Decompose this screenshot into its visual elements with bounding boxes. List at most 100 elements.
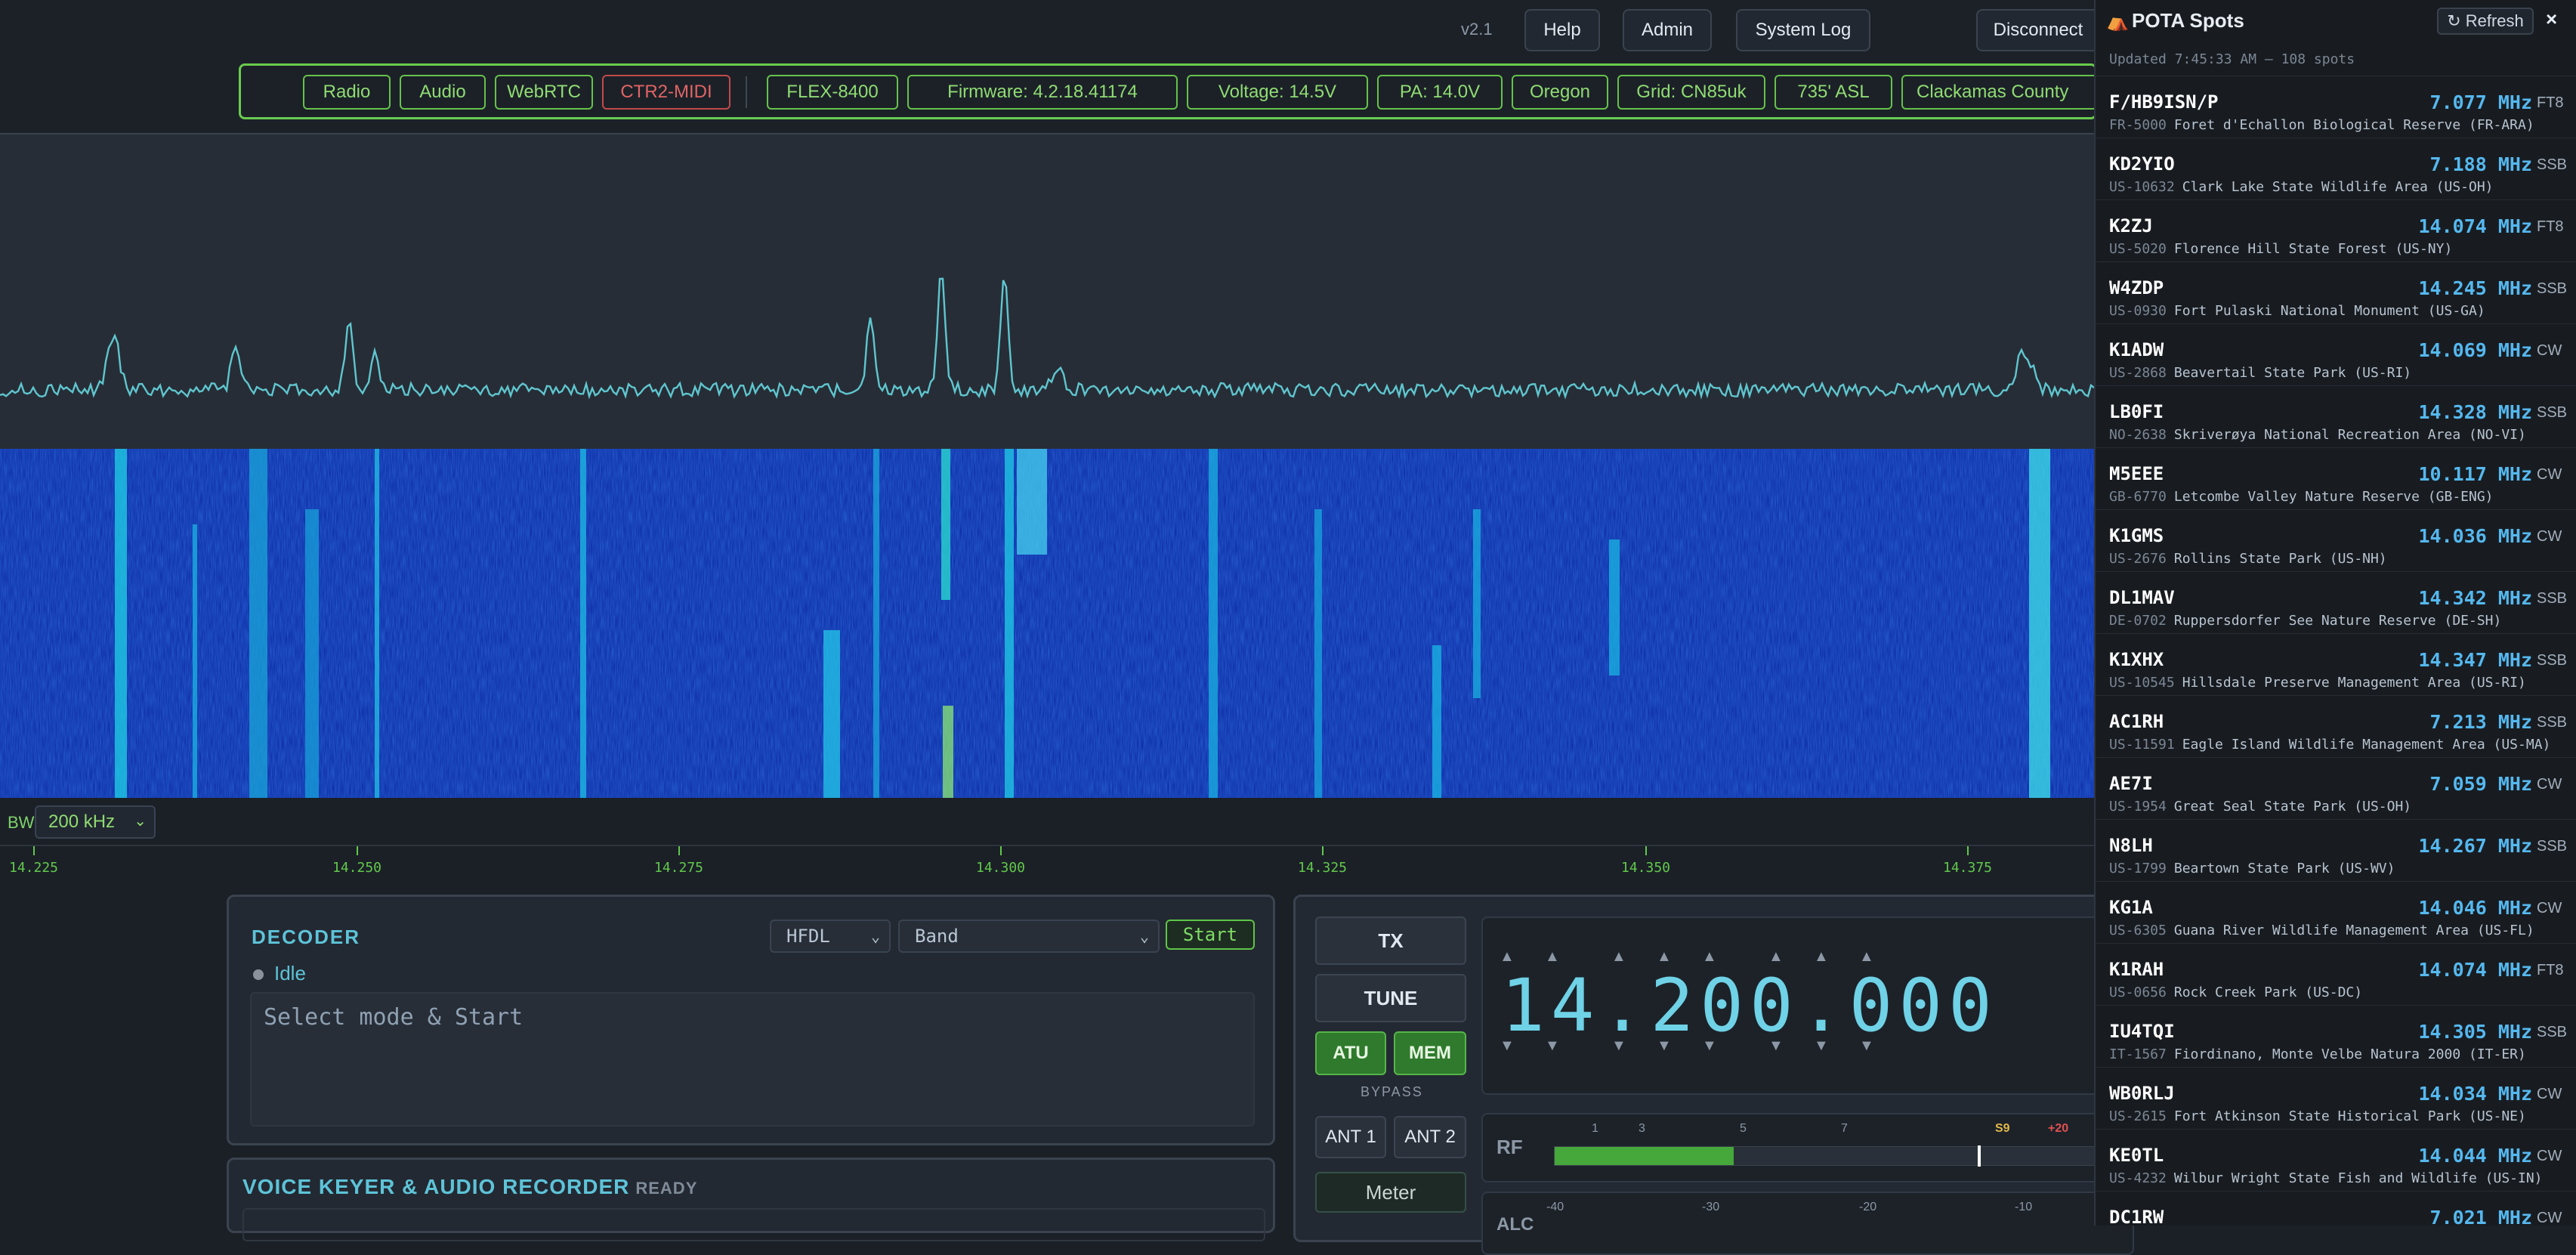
- disconnect-button[interactable]: Disconnect: [1976, 9, 2100, 51]
- spot-row[interactable]: WB0RLJ 14.034 MHz CW US-2615 Fort Atkinson S…: [2096, 1067, 2576, 1129]
- tx-button[interactable]: TX: [1315, 917, 1466, 965]
- spot-park-name: Fort Pulaski National Monument (US-GA): [2173, 303, 2485, 319]
- spot-frequency[interactable]: 14.328 MHz: [2418, 401, 2532, 423]
- spot-row[interactable]: N8LH 14.267 MHz SSB US-1799 Beartown State P…: [2096, 819, 2576, 881]
- version-label: v2.1: [1461, 20, 1493, 39]
- rf-meter-bar: [1554, 1145, 2114, 1167]
- spectrum-display[interactable]: [0, 133, 2095, 450]
- status-chip-voltage: Voltage: 14.5V: [1187, 75, 1368, 110]
- pota-updated-label: Updated 7:45:33 AM — 108 spots: [2109, 51, 2355, 67]
- system-log-button[interactable]: System Log: [1736, 9, 1870, 51]
- spot-frequency[interactable]: 10.117 MHz: [2418, 463, 2532, 485]
- spot-frequency[interactable]: 14.074 MHz: [2418, 959, 2532, 981]
- axis-tick: [33, 846, 35, 855]
- meter-button[interactable]: Meter: [1315, 1172, 1466, 1213]
- spot-row[interactable]: K2ZJ 14.074 MHz FT8 US-5020 Florence Hill St…: [2096, 199, 2576, 261]
- spot-mode: CW: [2537, 342, 2562, 359]
- spot-park-name: Fiordinano, Monte Velbe Natura 2000 (IT-…: [2173, 1046, 2526, 1062]
- spot-park: US-1799 Beartown State Park (US-WV): [2109, 861, 2395, 876]
- decoder-mode-select[interactable]: HFDL ⌄: [770, 920, 891, 953]
- spot-frequency[interactable]: 14.036 MHz: [2418, 525, 2532, 547]
- refresh-button[interactable]: ↻ Refresh: [2437, 8, 2534, 35]
- close-icon[interactable]: ×: [2546, 8, 2557, 31]
- spot-row[interactable]: IU4TQI 14.305 MHz SSB IT-1567 Fiordinano, Mo…: [2096, 1005, 2576, 1067]
- tune-button[interactable]: TUNE: [1315, 974, 1466, 1022]
- tune-down-arrow-icon[interactable]: ▼: [1545, 1037, 1560, 1055]
- antenna-1-button[interactable]: ANT 1: [1315, 1116, 1386, 1158]
- spot-row[interactable]: K1XHX 14.347 MHz SSB US-10545 Hillsdale Pres…: [2096, 633, 2576, 695]
- spot-frequency[interactable]: 14.044 MHz: [2418, 1145, 2532, 1167]
- spot-park: US-10632 Clark Lake State Wildlife Area (…: [2109, 179, 2494, 195]
- spot-park: DE-0702 Ruppersdorfer See Nature Reserve …: [2109, 613, 2501, 629]
- spot-frequency[interactable]: 14.069 MHz: [2418, 339, 2532, 361]
- decoder-mode-value: HFDL: [786, 926, 830, 947]
- axis-tick: [678, 846, 680, 855]
- spot-row[interactable]: M5EEE 10.117 MHz CW GB-6770 Letcombe Valley …: [2096, 447, 2576, 509]
- spot-frequency[interactable]: 14.046 MHz: [2418, 897, 2532, 919]
- spot-row[interactable]: F/HB9ISN/P 7.077 MHz FT8 FR-5000 Foret d'Ech…: [2096, 76, 2576, 138]
- spot-park-name: Rollins State Park (US-NH): [2173, 551, 2387, 567]
- spot-callsign: F/HB9ISN/P: [2109, 91, 2219, 113]
- pota-spot-list[interactable]: F/HB9ISN/P 7.077 MHz FT8 FR-5000 Foret d'Ech…: [2096, 76, 2576, 1253]
- tune-down-arrow-icon[interactable]: ▼: [1500, 1037, 1515, 1055]
- spot-park-name: Fort Atkinson State Historical Park (US-…: [2173, 1108, 2526, 1124]
- spot-row[interactable]: AC1RH 7.213 MHz SSB US-11591 Eagle Island Wi…: [2096, 695, 2576, 757]
- spot-row[interactable]: DL1MAV 14.342 MHz SSB DE-0702 Ruppersdorfer …: [2096, 571, 2576, 633]
- tune-down-arrow-icon[interactable]: ▼: [1859, 1037, 1874, 1055]
- spot-park: [2109, 1232, 2117, 1248]
- frequency-display[interactable]: ▲ ▲ ▲ ▲ ▲ ▲ ▲ ▲ 14.200.000 ▼ ▼ ▼ ▼ ▼ ▼ ▼ ▼: [1481, 917, 2134, 1095]
- atu-button[interactable]: ATU: [1315, 1031, 1386, 1075]
- spot-park: IT-1567 Fiordinano, Monte Velbe Natura 20…: [2109, 1046, 2526, 1062]
- spot-row[interactable]: K1GMS 14.036 MHz CW US-2676 Rollins State Pa…: [2096, 509, 2576, 571]
- help-button[interactable]: Help: [1524, 9, 1600, 51]
- spot-row[interactable]: AE7I 7.059 MHz CW US-1954 Great Seal State P…: [2096, 757, 2576, 819]
- spot-row[interactable]: DC1RW 7.021 MHz CW: [2096, 1191, 2576, 1253]
- spot-row[interactable]: LB0FI 14.328 MHz SSB NO-2638 Skriverøya Nati…: [2096, 385, 2576, 447]
- spot-park-name: Guana River Wildlife Management Area (US…: [2173, 923, 2534, 938]
- bandwidth-select[interactable]: 200 kHz ⌄: [35, 805, 156, 839]
- decoder-output[interactable]: Select mode & Start: [250, 992, 1255, 1127]
- spot-row[interactable]: W4ZDP 14.245 MHz SSB US-0930 Fort Pulaski Na…: [2096, 261, 2576, 323]
- spot-callsign: IU4TQI: [2109, 1021, 2175, 1042]
- spot-park-name: Clark Lake State Wildlife Area (US-OH): [2182, 179, 2494, 195]
- antenna-2-button[interactable]: ANT 2: [1394, 1116, 1466, 1158]
- alc-scale-label: -30: [1702, 1201, 1720, 1213]
- spot-park-ref: US-0656: [2109, 985, 2167, 1000]
- spot-frequency[interactable]: 14.267 MHz: [2418, 835, 2532, 857]
- spot-frequency[interactable]: 7.188 MHz: [2430, 153, 2532, 175]
- spot-park: US-4232 Wilbur Wright State Fish and Wild…: [2109, 1170, 2543, 1186]
- decoder-start-button[interactable]: Start: [1166, 920, 1255, 950]
- spot-frequency[interactable]: 7.077 MHz: [2430, 91, 2532, 113]
- voice-keyer-panel: VOICE KEYER & AUDIO RECORDER READY: [227, 1158, 1275, 1241]
- tune-down-arrow-icon[interactable]: ▼: [1768, 1037, 1784, 1055]
- mem-button[interactable]: MEM: [1394, 1031, 1466, 1075]
- spot-row[interactable]: KE0TL 14.044 MHz CW US-4232 Wilbur Wright St…: [2096, 1129, 2576, 1191]
- spot-row[interactable]: K1ADW 14.069 MHz CW US-2868 Beavertail State…: [2096, 323, 2576, 385]
- status-separator: [746, 76, 747, 108]
- tune-down-arrow-icon[interactable]: ▼: [1814, 1037, 1829, 1055]
- tune-down-arrow-icon[interactable]: ▼: [1657, 1037, 1672, 1055]
- tune-down-arrow-icon[interactable]: ▼: [1611, 1037, 1626, 1055]
- spot-row[interactable]: KD2YIO 7.188 MHz SSB US-10632 Clark Lake Sta…: [2096, 138, 2576, 199]
- radio-control-panel: TX TUNE ATU MEM BYPASS ANT 1 ANT 2 Meter…: [1293, 895, 2134, 1255]
- spot-frequency[interactable]: 14.074 MHz: [2418, 215, 2532, 237]
- spot-frequency[interactable]: 7.059 MHz: [2430, 773, 2532, 795]
- admin-button[interactable]: Admin: [1623, 9, 1712, 51]
- spot-park-ref: US-6305: [2109, 923, 2167, 938]
- waterfall-display[interactable]: [0, 449, 2094, 798]
- spot-row[interactable]: K1RAH 14.074 MHz FT8 US-0656 Rock Creek Park…: [2096, 943, 2576, 1005]
- decoder-band-select[interactable]: Band ⌄: [898, 920, 1160, 953]
- spot-frequency[interactable]: 14.245 MHz: [2418, 277, 2532, 299]
- spot-park-ref: US-2676: [2109, 551, 2167, 567]
- spot-row[interactable]: KG1A 14.046 MHz CW US-6305 Guana River Wildl…: [2096, 881, 2576, 943]
- spot-frequency[interactable]: 14.342 MHz: [2418, 587, 2532, 609]
- tune-down-arrow-icon[interactable]: ▼: [1702, 1037, 1717, 1055]
- status-bar: Radio Audio WebRTC CTR2-MIDI FLEX-8400 F…: [239, 63, 2097, 119]
- spot-callsign: W4ZDP: [2109, 277, 2164, 298]
- frequency-value[interactable]: 14.200.000: [1501, 963, 1998, 1048]
- spot-frequency[interactable]: 14.347 MHz: [2418, 649, 2532, 671]
- spot-frequency[interactable]: 14.305 MHz: [2418, 1021, 2532, 1043]
- spot-frequency[interactable]: 14.034 MHz: [2418, 1083, 2532, 1105]
- spot-frequency[interactable]: 7.213 MHz: [2430, 711, 2532, 733]
- axis-tick-label: 14.325: [1298, 860, 1348, 876]
